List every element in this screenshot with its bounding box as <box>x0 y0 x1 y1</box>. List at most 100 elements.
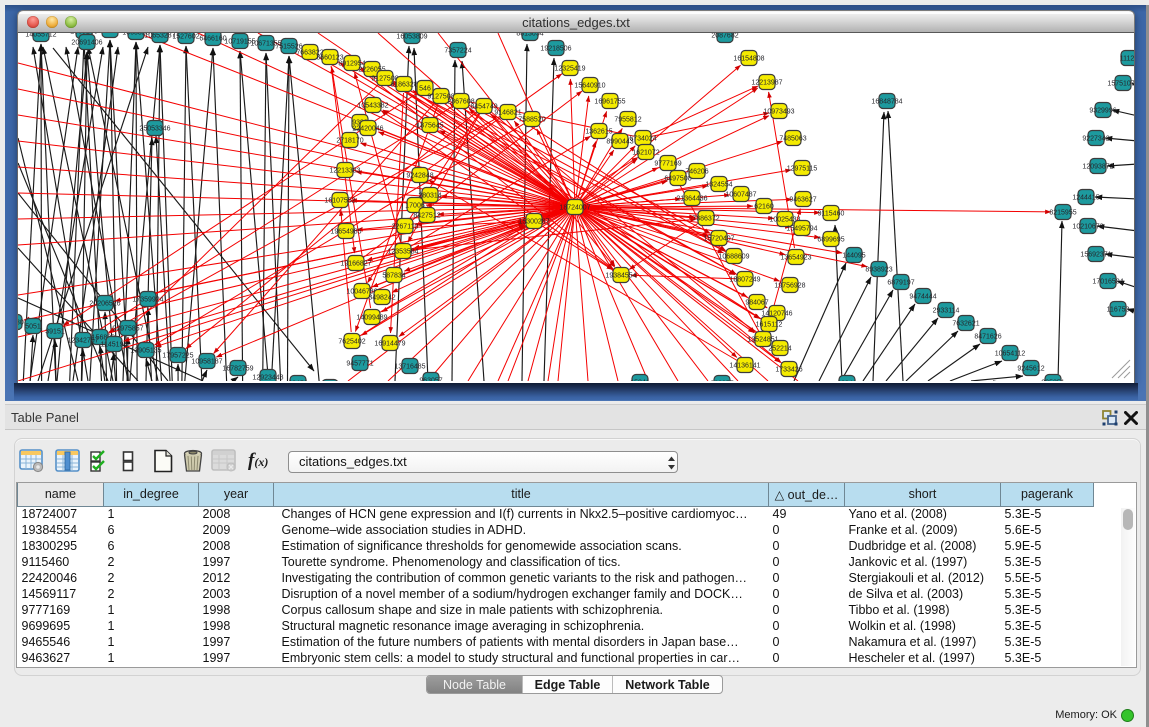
svg-text:7357224: 7357224 <box>444 48 471 55</box>
svg-text:18724007: 18724007 <box>559 205 590 212</box>
svg-text:1615112: 1615112 <box>756 322 783 329</box>
svg-text:6899695: 6899695 <box>817 237 844 244</box>
svg-text:16154808: 16154808 <box>733 56 764 63</box>
svg-text:9245612: 9245612 <box>1017 366 1044 373</box>
svg-text:8938923: 8938923 <box>865 267 892 274</box>
svg-text:12923448: 12923448 <box>252 375 283 382</box>
svg-text:12213987: 12213987 <box>751 80 782 87</box>
svg-text:5051: 5051 <box>25 324 41 331</box>
svg-text:9777169: 9777169 <box>654 161 681 168</box>
svg-text:10210673: 10210673 <box>1072 224 1103 231</box>
svg-text:1244415: 1244415 <box>1072 195 1099 202</box>
svg-text:11123: 11123 <box>1120 56 1134 63</box>
svg-text:20206526: 20206526 <box>89 301 120 308</box>
svg-text:10688609: 10688609 <box>718 254 749 261</box>
svg-text:15751074: 15751074 <box>1107 81 1134 88</box>
svg-text:18807249: 18807249 <box>729 277 760 284</box>
svg-text:19756928: 19756928 <box>774 283 805 290</box>
svg-text:25053346: 25053346 <box>139 126 170 133</box>
svg-text:587834: 587834 <box>382 273 405 280</box>
svg-text:144095: 144095 <box>842 253 865 260</box>
svg-text:15692371: 15692371 <box>1080 252 1111 259</box>
svg-text:15495794: 15495794 <box>786 226 817 233</box>
svg-text:10543382: 10543382 <box>357 103 388 110</box>
svg-text:13654923: 13654923 <box>780 255 811 262</box>
svg-text:15300287: 15300287 <box>518 219 549 226</box>
svg-text:1527602: 1527602 <box>172 34 199 41</box>
svg-text:995351: 995351 <box>1041 380 1064 382</box>
svg-text:15841: 15841 <box>630 380 650 382</box>
svg-text:10654112: 10654112 <box>995 351 1026 358</box>
svg-text:9329996: 9329996 <box>1089 108 1116 115</box>
svg-text:16961755: 16961755 <box>594 99 625 106</box>
svg-text:1145194: 1145194 <box>101 342 128 349</box>
svg-text:8186328: 8186328 <box>390 82 417 89</box>
svg-text:16848784: 16848784 <box>871 99 902 106</box>
svg-text:81930: 81930 <box>18 320 24 327</box>
svg-text:9063: 9063 <box>102 33 118 35</box>
svg-text:13716485: 13716485 <box>394 364 425 371</box>
svg-text:92450: 92450 <box>288 381 308 382</box>
svg-text:7386372: 7386372 <box>692 216 719 223</box>
svg-text:7485063: 7485063 <box>779 136 806 143</box>
svg-text:16914479: 16914479 <box>374 341 405 348</box>
svg-text:17359924: 17359924 <box>132 297 163 304</box>
svg-text:21364436: 21364436 <box>676 196 707 203</box>
svg-text:14136141: 14136141 <box>729 363 760 370</box>
svg-text:3498242: 3498242 <box>368 295 395 302</box>
svg-text:3267110: 3267110 <box>392 224 419 231</box>
svg-text:9242848: 9242848 <box>406 173 433 180</box>
svg-text:963057: 963057 <box>710 381 733 382</box>
svg-text:39151: 39151 <box>45 329 65 336</box>
svg-text:13905135: 13905135 <box>130 348 161 355</box>
svg-text:2933114: 2933114 <box>933 308 960 315</box>
svg-text:9474444: 9474444 <box>909 294 936 301</box>
svg-text:14099489: 14099489 <box>356 315 387 322</box>
svg-text:7632621: 7632621 <box>952 321 979 328</box>
svg-text:93975857: 93975857 <box>112 326 143 333</box>
svg-text:8427512: 8427512 <box>413 213 440 220</box>
svg-text:8813054: 8813054 <box>516 33 543 38</box>
svg-text:16053809: 16053809 <box>396 34 427 41</box>
svg-text:19654985: 19654985 <box>330 229 361 236</box>
svg-text:8215955: 8215955 <box>1049 210 1076 217</box>
svg-text:20691406: 20691406 <box>71 40 102 47</box>
svg-text:12975115: 12975115 <box>787 166 818 173</box>
svg-text:15640910: 15640910 <box>574 83 605 90</box>
svg-text:1324554: 1324554 <box>705 182 732 189</box>
svg-text:1733426: 1733426 <box>775 367 802 374</box>
svg-text:2718170: 2718170 <box>336 138 363 145</box>
svg-text:1875645: 1875645 <box>416 123 443 130</box>
svg-text:15720407: 15720407 <box>703 236 734 243</box>
svg-text:10607487: 10607487 <box>725 192 756 199</box>
svg-text:10958187: 10958187 <box>191 359 222 366</box>
svg-text:116753: 116753 <box>1107 307 1130 314</box>
svg-text:6497508: 6497508 <box>664 176 691 183</box>
svg-text:9227342: 9227342 <box>1082 136 1109 143</box>
svg-text:10973493: 10973493 <box>763 109 794 116</box>
svg-text:12342757: 12342757 <box>67 338 98 345</box>
svg-text:7625402: 7625402 <box>338 339 365 346</box>
svg-text:19166827: 19166827 <box>340 261 371 268</box>
svg-text:9115460: 9115460 <box>818 211 845 218</box>
svg-text:7955812: 7955812 <box>614 117 641 124</box>
svg-text:20941: 20941 <box>837 381 857 382</box>
svg-text:17957225: 17957225 <box>162 353 193 360</box>
svg-text:16782759: 16782759 <box>222 366 253 373</box>
svg-text:746206: 746206 <box>685 169 708 176</box>
svg-text:12325419: 12325419 <box>554 66 585 73</box>
svg-text:10653287: 10653287 <box>144 33 175 40</box>
svg-text:6734024: 6734024 <box>629 136 656 143</box>
svg-text:9457771: 9457771 <box>346 361 373 368</box>
svg-text:1362615: 1362615 <box>585 129 612 136</box>
svg-text:14055712: 14055712 <box>25 33 56 39</box>
svg-text:16107552: 16107552 <box>324 198 355 205</box>
svg-text:963057: 963057 <box>419 378 442 382</box>
svg-text:546: 546 <box>419 86 431 93</box>
svg-text:19384554: 19384554 <box>605 273 636 280</box>
svg-text:984067: 984067 <box>745 300 768 307</box>
svg-text:1621072: 1621072 <box>632 150 659 157</box>
svg-text:2087682: 2087682 <box>711 33 738 40</box>
svg-text:9146821: 9146821 <box>494 110 521 117</box>
svg-text:6879197: 6879197 <box>887 280 914 287</box>
